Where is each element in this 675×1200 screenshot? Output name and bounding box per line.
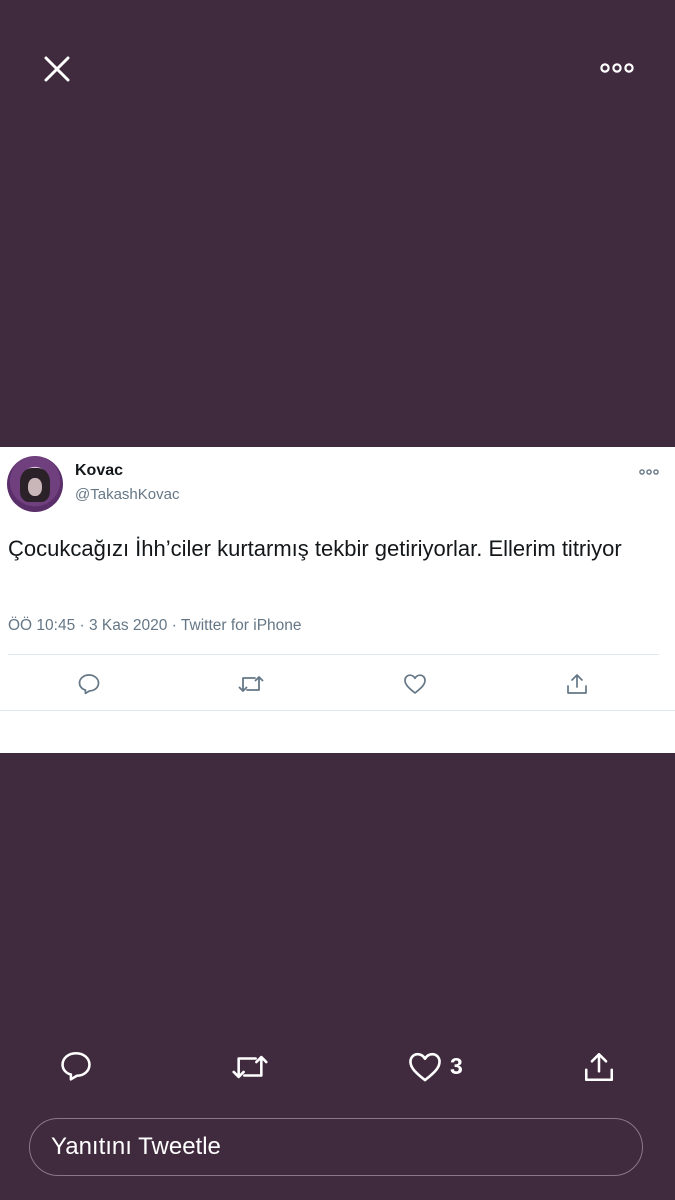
tweet-text: Çocukcağızı İhh’ciler kurtarmış tekbir g… — [8, 536, 622, 561]
reply-input[interactable]: Yanıtını Tweetle — [29, 1118, 643, 1176]
like-icon — [404, 674, 426, 694]
avatar-face — [28, 478, 42, 496]
reply-icon — [61, 1051, 91, 1081]
more-horizontal-icon — [639, 469, 659, 475]
close-icon — [44, 56, 70, 82]
more-options-button[interactable] — [594, 50, 640, 86]
retweet-icon — [238, 676, 264, 692]
user-handle: @TakashKovac — [75, 486, 180, 503]
avatar[interactable] — [7, 456, 63, 512]
card-like-button[interactable] — [400, 669, 430, 699]
reply-button[interactable] — [56, 1046, 96, 1086]
share-button[interactable] — [579, 1046, 619, 1088]
heart-icon — [409, 1052, 441, 1082]
card-reply-button[interactable] — [74, 669, 104, 699]
card-retweet-button[interactable] — [236, 669, 266, 699]
retweet-icon — [232, 1055, 268, 1079]
reply-icon — [78, 674, 100, 695]
like-button[interactable] — [404, 1046, 446, 1088]
share-icon — [584, 1052, 614, 1082]
tweet-meta: ÖÖ 10:45 · 3 Kas 2020 · Twitter for iPho… — [8, 617, 302, 634]
card-share-button[interactable] — [562, 669, 592, 699]
more-horizontal-icon — [600, 63, 634, 73]
card-more-button[interactable] — [636, 462, 662, 482]
share-icon — [567, 674, 587, 694]
retweet-button[interactable] — [229, 1046, 271, 1088]
close-button[interactable] — [36, 48, 78, 90]
divider — [8, 654, 659, 655]
user-name: Kovac — [75, 462, 124, 479]
reply-placeholder: Yanıtını Tweetle — [51, 1133, 221, 1160]
divider — [0, 710, 675, 711]
like-count: 3 — [450, 1053, 463, 1079]
